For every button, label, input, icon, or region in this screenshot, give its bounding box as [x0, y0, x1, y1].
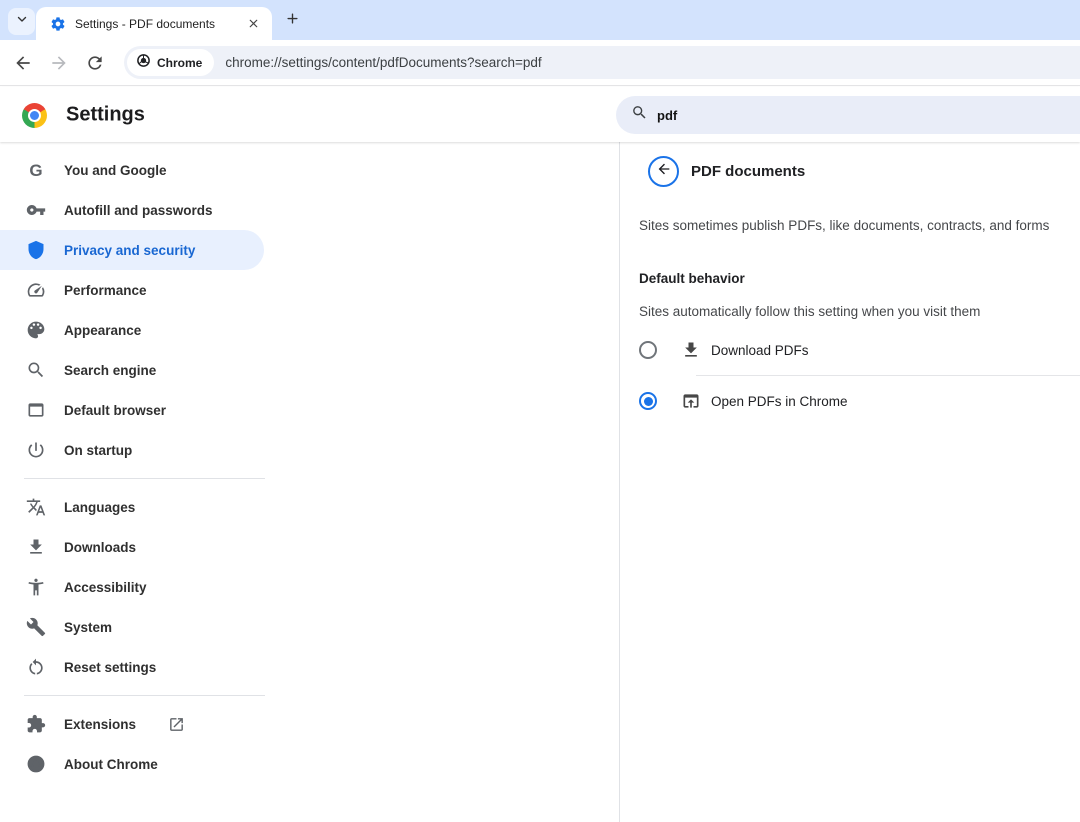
- back-button[interactable]: [648, 156, 679, 187]
- google-g-icon: G: [29, 160, 43, 180]
- page-title: Settings: [66, 103, 145, 125]
- sidebar-divider: [24, 478, 265, 479]
- sidebar-item-performance[interactable]: Performance: [0, 270, 264, 310]
- reload-icon[interactable]: [85, 53, 105, 73]
- reset-arrow-icon: [26, 657, 46, 677]
- sidebar-item-label: System: [64, 619, 113, 635]
- default-behavior-options: Download PDFs Open PDFs in Chrome: [639, 325, 1080, 426]
- option-label: Open PDFs in Chrome: [711, 393, 848, 409]
- chrome-logo-mono-icon: [26, 754, 46, 774]
- plus-icon: [285, 11, 300, 31]
- search-icon: [631, 104, 648, 126]
- settings-content: PDF documents Sites sometimes publish PD…: [620, 142, 1080, 822]
- chevron-down-icon: [15, 12, 29, 31]
- settings-search-input[interactable]: [657, 107, 957, 123]
- external-link-icon: [168, 716, 185, 733]
- magnifier-icon: [26, 360, 46, 380]
- chrome-logo-mono-icon: [136, 53, 151, 73]
- chrome-chip-label: Chrome: [157, 55, 203, 70]
- accessibility-person-icon: [26, 577, 46, 597]
- browser-toolbar: Chrome: [0, 40, 1080, 86]
- radio-unselected[interactable]: [639, 341, 657, 359]
- back-icon[interactable]: [13, 53, 33, 73]
- sidebar-item-label: Privacy and security: [64, 242, 196, 258]
- option-label: Download PDFs: [711, 342, 809, 358]
- tab-search-button[interactable]: [8, 8, 35, 35]
- sidebar-item-appearance[interactable]: Appearance: [0, 310, 264, 350]
- sidebar-item-system[interactable]: System: [0, 607, 264, 647]
- tab-title: Settings - PDF documents: [75, 16, 216, 31]
- settings-header: Settings: [0, 87, 1080, 142]
- sidebar-item-languages[interactable]: Languages: [0, 487, 264, 527]
- sidebar-item-accessibility[interactable]: Accessibility: [0, 567, 264, 607]
- subpage-title: PDF documents: [691, 163, 806, 180]
- address-bar[interactable]: Chrome: [124, 46, 1080, 79]
- intro-text: Sites sometimes publish PDFs, like docum…: [639, 218, 1050, 233]
- sidebar-item-downloads[interactable]: Downloads: [0, 527, 264, 567]
- sidebar-item-default-browser[interactable]: Default browser: [0, 390, 264, 430]
- url-input[interactable]: [225, 55, 1080, 70]
- browser-window-icon: [26, 400, 46, 420]
- new-tab-button[interactable]: [283, 11, 302, 30]
- sidebar-item-extensions[interactable]: Extensions: [0, 704, 264, 744]
- sidebar-divider: [24, 695, 265, 696]
- key-icon: [26, 200, 46, 220]
- settings-gear-favicon-icon: [50, 16, 66, 32]
- sidebar-item-search-engine[interactable]: Search engine: [0, 350, 264, 390]
- sidebar-item-label: Reset settings: [64, 659, 157, 675]
- sidebar-item-reset-settings[interactable]: Reset settings: [0, 647, 264, 687]
- sidebar-item-about-chrome[interactable]: About Chrome: [0, 744, 264, 784]
- wrench-icon: [26, 617, 46, 637]
- download-icon: [26, 537, 46, 557]
- speedometer-icon: [26, 280, 46, 300]
- sidebar-item-label: About Chrome: [64, 756, 158, 772]
- sidebar-item-label: Downloads: [64, 539, 137, 555]
- sidebar-item-label: Autofill and passwords: [64, 202, 213, 218]
- sidebar-item-privacy-and-security[interactable]: Privacy and security: [0, 230, 264, 270]
- settings-search-box[interactable]: [616, 96, 1080, 134]
- sidebar-item-label: You and Google: [64, 162, 167, 178]
- option-download-pdfs[interactable]: Download PDFs: [639, 325, 1080, 375]
- sidebar-item-you-and-google[interactable]: G You and Google: [0, 150, 264, 190]
- sidebar-item-autofill[interactable]: Autofill and passwords: [0, 190, 264, 230]
- open-in-browser-icon: [681, 391, 701, 411]
- section-subtitle: Sites automatically follow this setting …: [639, 304, 981, 319]
- translate-icon: [26, 497, 46, 517]
- tab-close-icon[interactable]: [244, 15, 262, 33]
- option-open-pdfs-in-chrome[interactable]: Open PDFs in Chrome: [639, 376, 1080, 426]
- chrome-site-chip[interactable]: Chrome: [127, 49, 215, 76]
- sidebar-item-label: Accessibility: [64, 579, 147, 595]
- sidebar-item-label: On startup: [64, 442, 133, 458]
- tab-strip: Settings - PDF documents: [0, 0, 1080, 40]
- puzzle-piece-icon: [26, 714, 46, 734]
- sidebar-item-label: Performance: [64, 282, 147, 298]
- sidebar-item-label: Default browser: [64, 402, 167, 418]
- sidebar-item-label: Languages: [64, 499, 136, 515]
- settings-sidebar: G You and Google Autofill and passwords …: [0, 142, 620, 822]
- section-title: Default behavior: [639, 271, 745, 286]
- sidebar-item-label: Extensions: [64, 716, 137, 732]
- download-icon: [681, 340, 701, 360]
- sidebar-item-on-startup[interactable]: On startup: [0, 430, 264, 470]
- chrome-logo-icon: [22, 103, 47, 128]
- radio-selected[interactable]: [639, 392, 657, 410]
- palette-icon: [26, 320, 46, 340]
- browser-tab[interactable]: Settings - PDF documents: [36, 7, 272, 40]
- sidebar-item-label: Search engine: [64, 362, 157, 378]
- sidebar-item-label: Appearance: [64, 322, 142, 338]
- arrow-left-icon: [656, 161, 672, 182]
- forward-icon[interactable]: [49, 53, 69, 73]
- main-area: G You and Google Autofill and passwords …: [0, 142, 1080, 822]
- shield-icon: [26, 240, 46, 260]
- power-icon: [26, 440, 46, 460]
